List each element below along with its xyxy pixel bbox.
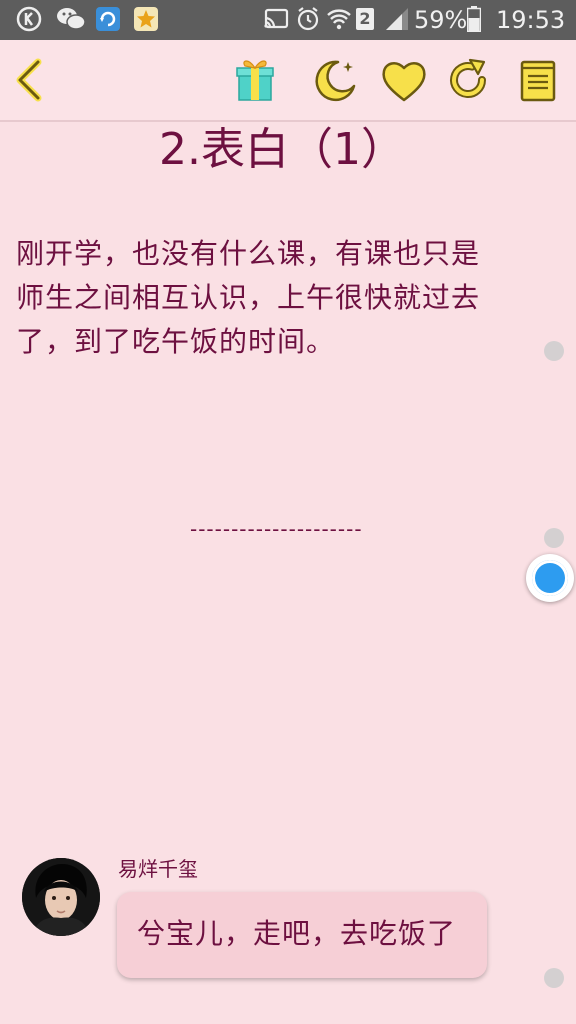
paragraph-line: 刚开学，也没有什么课，有课也只是 (16, 237, 481, 270)
gift-icon[interactable] (229, 54, 281, 106)
k-app-icon (16, 6, 42, 32)
scroll-marker[interactable] (544, 968, 564, 988)
scroll-handle-ring (532, 560, 568, 596)
battery-percent: 59% (414, 6, 468, 34)
cast-icon (264, 8, 289, 29)
sim2-icon: 2 (356, 8, 374, 30)
message-bubble: 兮宝儿，走吧，去吃饭了 (117, 892, 487, 978)
chapter-title: 2.表白（1） (159, 124, 405, 175)
battery-icon (467, 6, 481, 32)
clock: 19:53 (496, 6, 566, 34)
favorites-app-icon (134, 7, 158, 31)
speaker-name: 易烊千玺 (118, 857, 198, 881)
reader-toolbar (0, 40, 576, 122)
scroll-marker[interactable] (544, 341, 564, 361)
alarm-icon (297, 7, 319, 31)
heart-icon[interactable] (378, 54, 430, 106)
moon-icon[interactable] (308, 54, 360, 106)
status-bar: 2 59% 19:53 (0, 0, 576, 40)
avatar[interactable] (22, 858, 100, 936)
refresh-icon[interactable] (442, 54, 494, 106)
wifi-icon (327, 9, 351, 30)
wechat-icon (57, 8, 86, 30)
avatar-photo (22, 858, 100, 936)
message-text: 兮宝儿，走吧，去吃饭了 (137, 917, 457, 950)
sync-app-icon (96, 7, 120, 31)
section-divider: --------------------- (190, 517, 363, 541)
paragraph-line: 师生之间相互认识，上午很快就过去 (16, 281, 481, 314)
sim-badge: 2 (359, 9, 371, 28)
back-chevron-icon[interactable] (4, 54, 56, 106)
signal-icon (386, 8, 408, 30)
paragraph-line: 了，到了吃午饭的时间。 (16, 325, 336, 358)
book-icon[interactable] (512, 54, 564, 106)
scroll-marker[interactable] (544, 528, 564, 548)
chapter-paragraph: 刚开学，也没有什么课，有课也只是 师生之间相互认识，上午很快就过去 了，到了吃午… (16, 232, 516, 364)
scroll-handle[interactable] (526, 554, 574, 602)
